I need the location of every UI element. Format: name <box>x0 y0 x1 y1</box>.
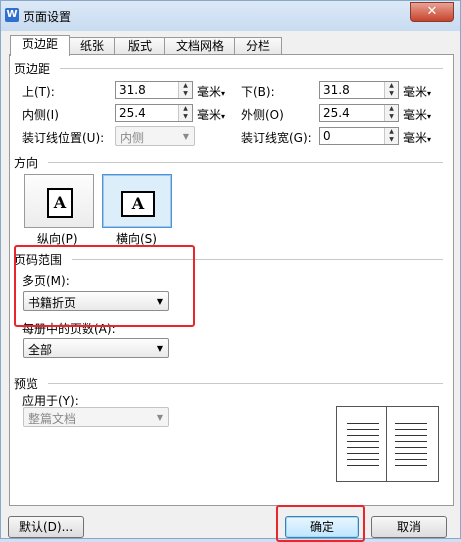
gutter-position-label: 装订线位置(U): <box>22 131 105 145</box>
text-line <box>347 435 379 436</box>
gutter-width-unit[interactable]: 毫米▾ <box>403 129 431 146</box>
chevron-down-icon: ▾ <box>221 112 226 121</box>
text-line <box>395 453 427 454</box>
chevron-down-icon: ▼ <box>182 132 189 141</box>
top-margin-input[interactable]: 31.8 ▲ ▼ <box>115 81 193 99</box>
landscape-option[interactable]: A <box>102 174 172 228</box>
text-line <box>395 423 427 424</box>
close-icon: ✕ <box>426 4 438 19</box>
dialog-title: 页面设置 <box>23 10 72 24</box>
ok-button[interactable]: 确定 <box>285 516 359 538</box>
cancel-button[interactable]: 取消 <box>371 516 447 538</box>
text-line <box>395 435 427 436</box>
divider <box>48 383 443 384</box>
divider <box>48 162 443 163</box>
margins-section-title: 页边距 <box>14 62 51 76</box>
outside-margin-label: 外侧(O) <box>241 108 284 122</box>
text-line <box>395 459 427 460</box>
tab-columns[interactable]: 分栏 <box>234 37 282 55</box>
chevron-down-icon: ▼ <box>156 344 163 353</box>
portrait-option[interactable]: A <box>24 174 94 228</box>
sheets-per-booklet-value: 全部 <box>28 343 53 357</box>
top-margin-value: 31.8 <box>119 83 146 97</box>
bottom-margin-value: 31.8 <box>323 83 350 97</box>
gutter-position-value: 内侧 <box>120 131 145 145</box>
gutter-width-label: 装订线宽(G): <box>241 131 312 145</box>
text-line <box>347 453 379 454</box>
tab-margins[interactable]: 页边距 <box>10 35 70 56</box>
close-button[interactable]: ✕ <box>410 2 454 22</box>
divider <box>60 68 443 69</box>
portrait-page-icon: A <box>47 188 73 218</box>
text-line <box>395 429 427 430</box>
preview-booklet-thumbnail <box>336 406 439 482</box>
wps-writer-icon: W <box>5 8 19 22</box>
bottom-margin-label: 下(B): <box>241 85 275 99</box>
text-line <box>395 465 427 466</box>
tab-document-grid[interactable]: 文档网格 <box>164 37 236 55</box>
bottom-margin-input[interactable]: 31.8 ▲ ▼ <box>319 81 399 99</box>
chevron-down-icon: ▼ <box>156 413 163 422</box>
top-margin-unit[interactable]: 毫米▾ <box>197 83 225 100</box>
outside-margin-input[interactable]: 25.4 ▲ ▼ <box>319 104 399 122</box>
bottom-margin-unit[interactable]: 毫米▾ <box>403 83 431 100</box>
gutter-width-value: 0 <box>323 129 331 143</box>
outside-margin-unit[interactable]: 毫米▾ <box>403 106 431 123</box>
spin-arrows-icon[interactable]: ▲ ▼ <box>384 105 398 121</box>
chevron-down-icon: ▾ <box>427 135 432 144</box>
gutter-width-input[interactable]: 0 ▲ ▼ <box>319 127 399 145</box>
spin-arrows-icon[interactable]: ▲ ▼ <box>178 82 192 98</box>
text-line <box>347 459 379 460</box>
text-line <box>347 429 379 430</box>
sheets-per-booklet-select[interactable]: 全部 ▼ <box>23 338 169 358</box>
apply-to-value: 整篇文档 <box>28 412 77 426</box>
apply-to-select[interactable]: 整篇文档 ▼ <box>23 407 169 427</box>
default-button[interactable]: 默认(D)... <box>8 516 84 538</box>
page-range-highlight <box>14 245 195 327</box>
text-line <box>395 447 427 448</box>
chevron-down-icon: ▾ <box>221 89 226 98</box>
gutter-position-select[interactable]: 内侧 ▼ <box>115 126 195 146</box>
outside-margin-value: 25.4 <box>323 106 350 120</box>
text-line <box>395 441 427 442</box>
title-bar[interactable]: W 页面设置 ✕ <box>1 1 460 31</box>
spine <box>386 407 387 481</box>
inside-margin-label: 内侧(I) <box>22 108 59 122</box>
text-line <box>347 441 379 442</box>
chevron-down-icon: ▾ <box>427 89 432 98</box>
tab-paper[interactable]: 纸张 <box>68 37 116 55</box>
inside-margin-unit[interactable]: 毫米▾ <box>197 106 225 123</box>
preview-section-title: 预览 <box>14 377 39 391</box>
text-line <box>347 465 379 466</box>
text-line <box>347 423 379 424</box>
chevron-down-icon: ▾ <box>427 112 432 121</box>
spin-arrows-icon[interactable]: ▲ ▼ <box>178 105 192 121</box>
spin-arrows-icon[interactable]: ▲ ▼ <box>384 128 398 144</box>
inside-margin-input[interactable]: 25.4 ▲ ▼ <box>115 104 193 122</box>
inside-margin-value: 25.4 <box>119 106 146 120</box>
page-setup-dialog: W 页面设置 ✕ 页边距 纸张 版式 文档网格 分栏 页边距 上(T): 31.… <box>0 0 461 542</box>
landscape-page-icon: A <box>121 191 155 217</box>
text-line <box>347 447 379 448</box>
orientation-section-title: 方向 <box>14 156 39 170</box>
tab-layout[interactable]: 版式 <box>114 37 166 55</box>
spin-arrows-icon[interactable]: ▲ ▼ <box>384 82 398 98</box>
top-margin-label: 上(T): <box>22 85 55 99</box>
